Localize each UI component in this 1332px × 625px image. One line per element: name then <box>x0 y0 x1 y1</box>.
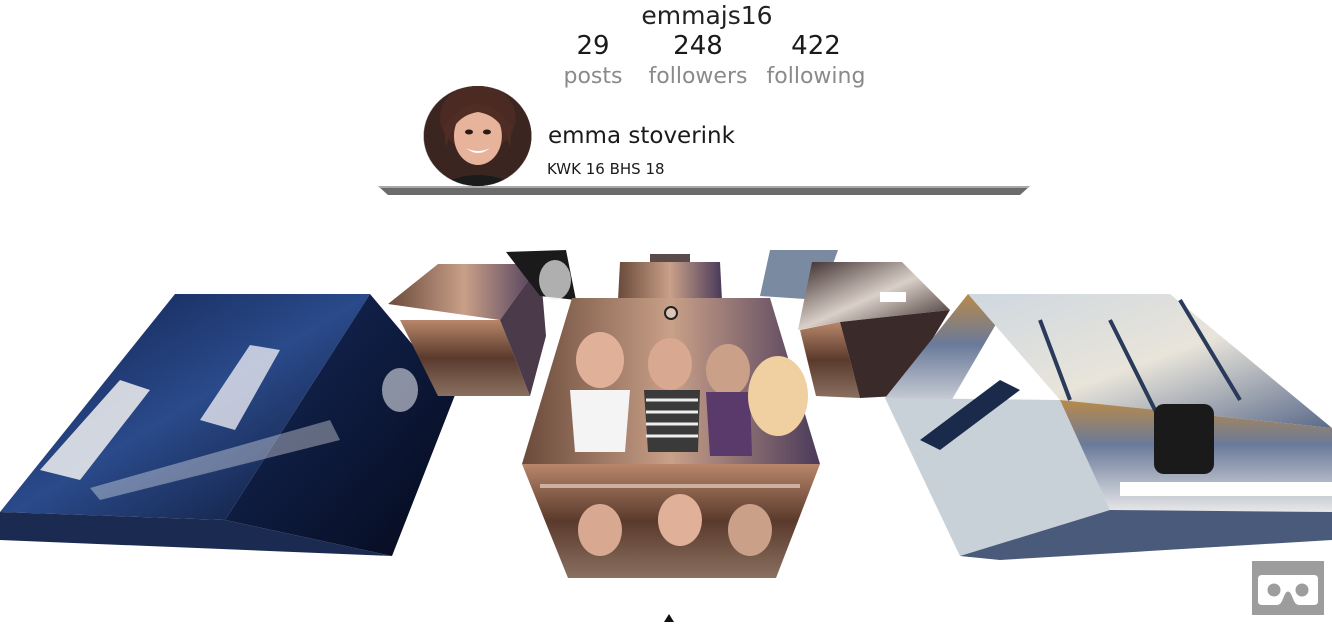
reticle-icon <box>664 306 678 320</box>
photo-cube-back-center[interactable] <box>618 254 722 300</box>
cardboard-headset-icon <box>1258 575 1318 605</box>
triangle-up-icon <box>664 614 674 622</box>
vr-mode-button[interactable] <box>1252 561 1324 615</box>
photo-cube-left[interactable] <box>0 294 455 556</box>
photo-cube-center[interactable] <box>522 298 820 578</box>
photo-cube-right[interactable] <box>885 294 1332 560</box>
